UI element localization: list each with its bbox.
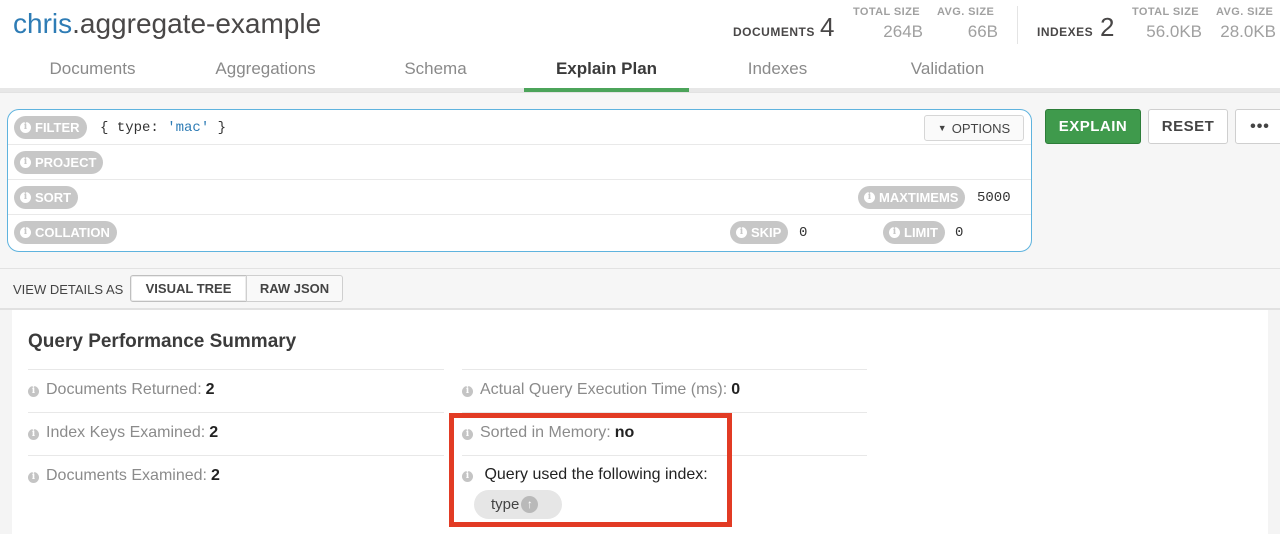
- exec-time-value: 0: [731, 381, 741, 398]
- documents-examined: i Documents Examined: 2: [28, 455, 444, 498]
- limit-input[interactable]: 0: [955, 225, 963, 241]
- view-details-bar: VIEW DETAILS AS VISUAL TREE RAW JSON: [0, 268, 1280, 310]
- maxtimems-input[interactable]: 5000: [977, 190, 1011, 206]
- reset-button[interactable]: RESET: [1148, 109, 1228, 144]
- maxtimems-pill[interactable]: i MAXTIMEMS: [858, 186, 966, 209]
- filter-input[interactable]: { type: 'mac' }: [100, 120, 226, 136]
- header-divider: [1017, 6, 1018, 44]
- docs-examined-value: 2: [210, 467, 220, 484]
- info-icon: i: [20, 227, 31, 238]
- indexes-count: 2: [1100, 12, 1115, 42]
- documents-label: DOCUMENTS: [733, 25, 815, 39]
- maxtimems-label: MAXTIMEMS: [879, 190, 959, 205]
- info-icon: i: [736, 227, 747, 238]
- idx-avg-size-label: AVG. SIZE: [1216, 6, 1274, 18]
- collection-name: .aggregate-example: [72, 8, 322, 39]
- database-name[interactable]: chris: [13, 8, 72, 39]
- skip-input[interactable]: 0: [799, 225, 807, 241]
- sort-row: i SORT i MAXTIMEMS 5000: [8, 180, 1031, 215]
- exec-time-label: Actual Query Execution Time (ms):: [480, 381, 728, 398]
- options-toggle-button[interactable]: ▼ OPTIONS: [924, 115, 1024, 141]
- info-icon: i: [889, 227, 900, 238]
- tab-schema[interactable]: Schema: [353, 54, 518, 92]
- namespace-title: chris.aggregate-example: [13, 8, 321, 40]
- info-icon: i: [20, 192, 31, 203]
- doc-total-size: 264B: [883, 22, 923, 41]
- idx-avg-size: 28.0KB: [1220, 22, 1276, 41]
- info-icon: i: [864, 192, 875, 203]
- more-options-button[interactable]: •••: [1235, 109, 1280, 144]
- idx-total-size-label: TOTAL SIZE: [1132, 6, 1199, 18]
- tab-validation[interactable]: Validation: [865, 54, 1030, 92]
- info-icon: i: [20, 122, 31, 133]
- explain-button[interactable]: EXPLAIN: [1045, 109, 1141, 144]
- filter-value-key: { type:: [100, 120, 168, 136]
- tab-aggregations[interactable]: Aggregations: [183, 54, 348, 92]
- doc-avg-size-label: AVG. SIZE: [937, 6, 995, 18]
- index-keys-examined: i Index Keys Examined: 2: [28, 412, 444, 455]
- info-icon: i: [28, 472, 39, 483]
- filter-label: FILTER: [35, 120, 80, 135]
- info-icon: i: [462, 386, 473, 397]
- sort-pill[interactable]: i SORT: [14, 186, 79, 209]
- limit-pill[interactable]: i LIMIT: [883, 221, 945, 244]
- collation-row: i COLLATION i SKIP 0 i LIMIT 0: [8, 215, 1031, 250]
- index-keys-label: Index Keys Examined:: [46, 424, 206, 441]
- indexes-label: INDEXES: [1037, 25, 1094, 39]
- filter-pill[interactable]: i FILTER: [14, 116, 87, 139]
- documents-count: 4: [820, 12, 835, 42]
- tab-explain-plan[interactable]: Explain Plan: [524, 54, 689, 92]
- view-details-label: VIEW DETAILS AS: [13, 282, 124, 297]
- docs-examined-label: Documents Examined:: [46, 467, 207, 484]
- index-keys-value: 2: [209, 424, 219, 441]
- caret-down-icon: ▼: [937, 123, 947, 133]
- project-row: i PROJECT: [8, 145, 1031, 180]
- collection-tabs: Documents Aggregations Schema Explain Pl…: [0, 54, 1280, 92]
- visual-tree-button[interactable]: VISUAL TREE: [130, 275, 247, 302]
- idx-total-size: 56.0KB: [1146, 22, 1202, 41]
- filter-value-string: 'mac': [167, 120, 210, 136]
- doc-total-size-label: TOTAL SIZE: [853, 6, 920, 18]
- tab-documents[interactable]: Documents: [10, 54, 175, 92]
- docs-returned-label: Documents Returned:: [46, 381, 202, 398]
- query-options-box: i FILTER { type: 'mac' } ▼ OPTIONS i PRO…: [7, 109, 1032, 252]
- project-label: PROJECT: [35, 155, 97, 170]
- collation-pill[interactable]: i COLLATION: [14, 221, 117, 244]
- highlight-annotation: [449, 413, 732, 527]
- info-icon: i: [28, 386, 39, 397]
- limit-label: LIMIT: [904, 225, 938, 240]
- sort-label: SORT: [35, 190, 72, 205]
- documents-returned: i Documents Returned: 2: [28, 369, 444, 412]
- tab-indexes[interactable]: Indexes: [695, 54, 860, 92]
- doc-avg-size: 66B: [967, 22, 998, 41]
- collation-label: COLLATION: [35, 225, 110, 240]
- project-pill[interactable]: i PROJECT: [14, 151, 104, 174]
- collection-header: chris.aggregate-example DOCUMENTS 4 TOTA…: [0, 0, 1280, 92]
- skip-pill[interactable]: i SKIP: [730, 221, 789, 244]
- info-icon: i: [28, 429, 39, 440]
- query-bar: i FILTER { type: 'mac' } ▼ OPTIONS i PRO…: [0, 92, 1280, 268]
- info-icon: i: [20, 157, 31, 168]
- filter-row: i FILTER { type: 'mac' } ▼ OPTIONS: [8, 110, 1031, 145]
- docs-returned-value: 2: [205, 381, 215, 398]
- options-label: OPTIONS: [951, 120, 1011, 136]
- skip-label: SKIP: [751, 225, 782, 240]
- filter-value-end: }: [209, 120, 227, 136]
- raw-json-button[interactable]: RAW JSON: [246, 275, 343, 302]
- summary-title: Query Performance Summary: [28, 331, 297, 352]
- execution-time: i Actual Query Execution Time (ms): 0: [462, 369, 867, 412]
